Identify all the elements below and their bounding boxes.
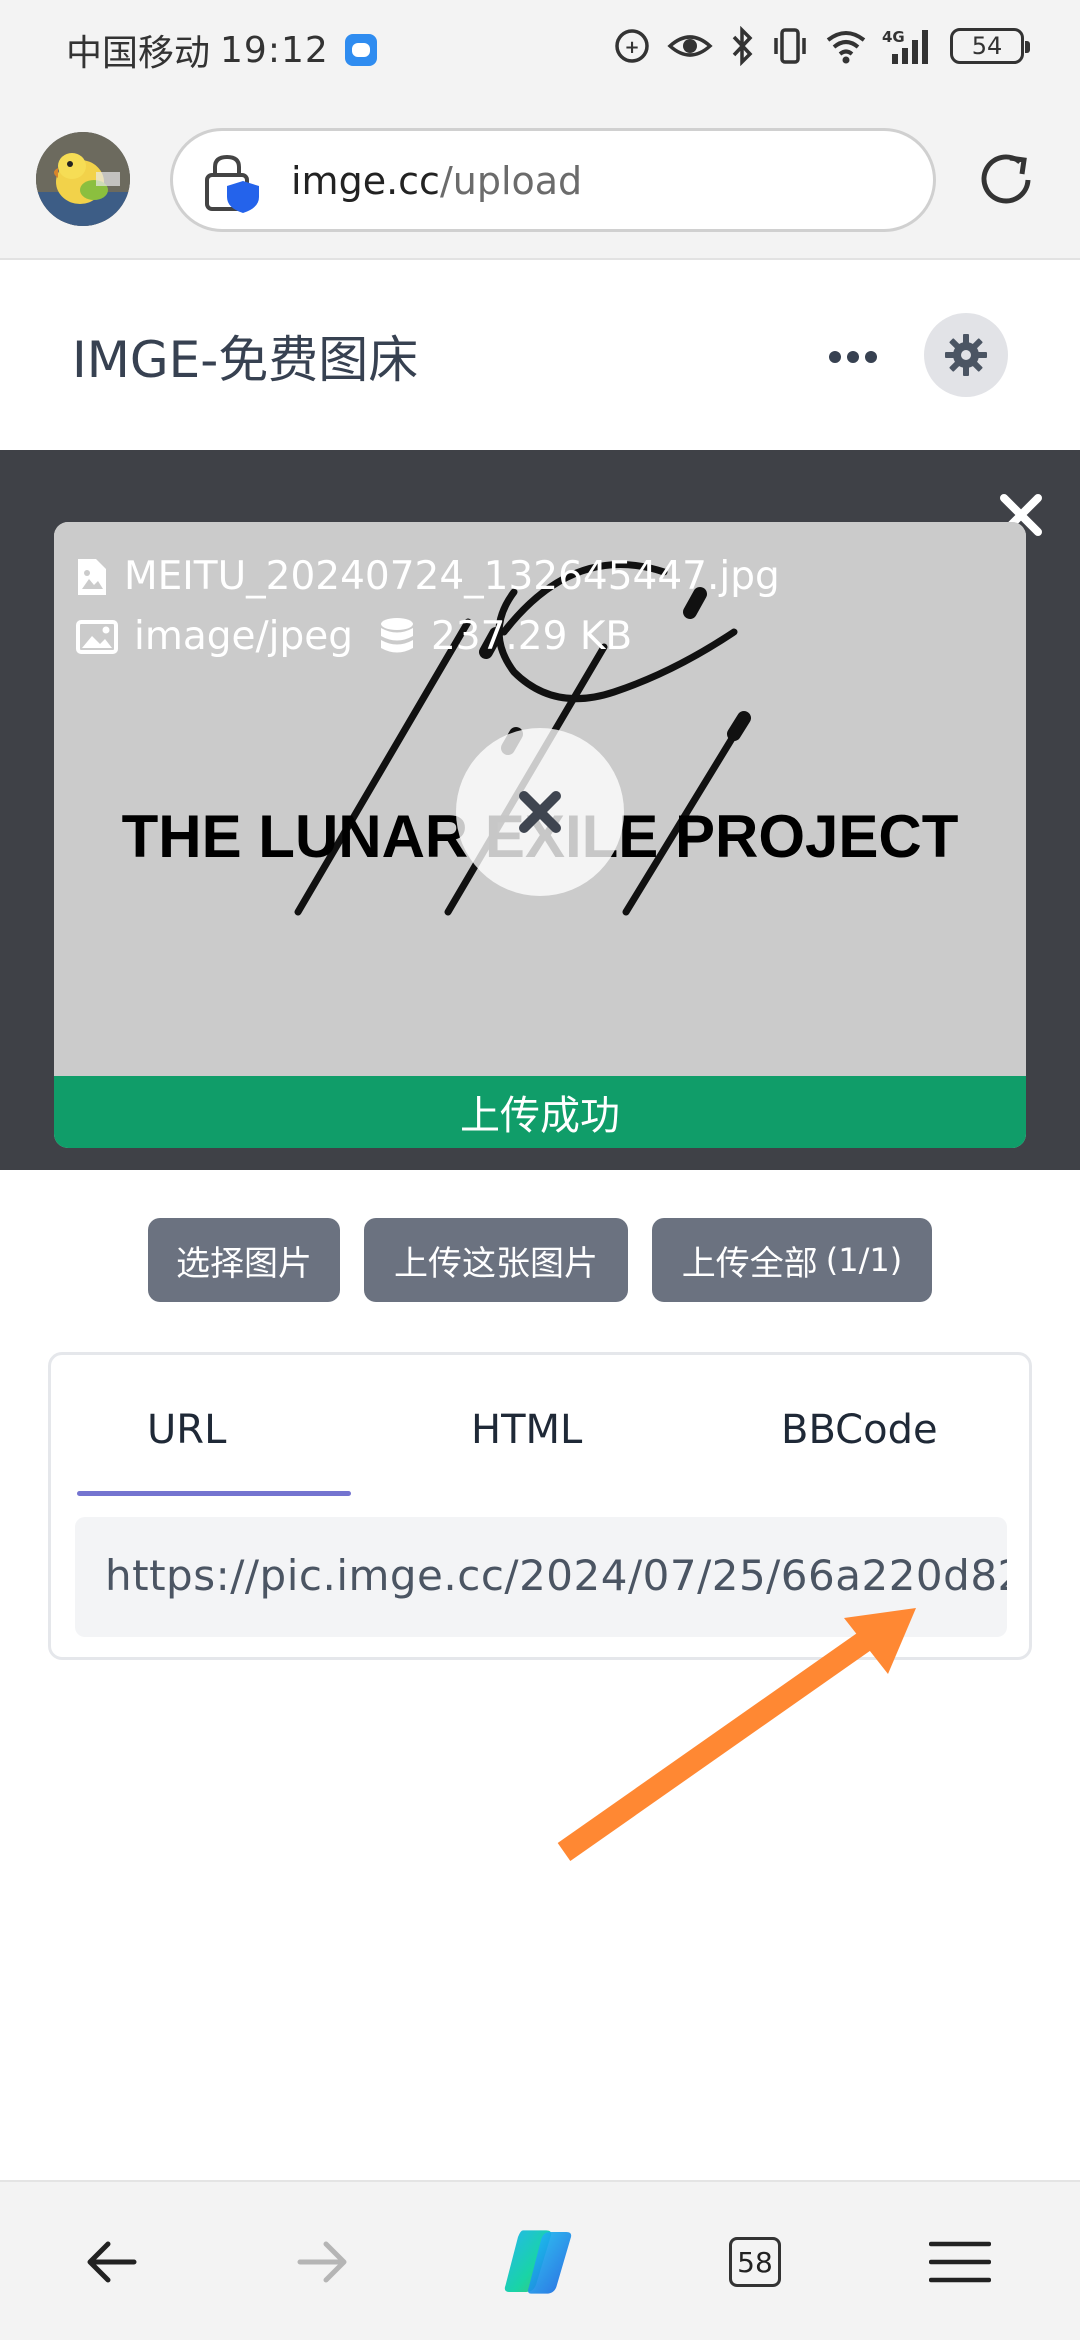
secure-lock-icon: [205, 154, 259, 213]
url-domain: imge.cc: [291, 159, 440, 203]
browser-bottom-nav: 58: [0, 2180, 1080, 2340]
upload-actions: 选择图片 上传这张图片 上传全部 (1/1): [0, 1218, 1080, 1302]
bluetooth-icon: [732, 26, 753, 66]
file-name-row: MEITU_20240724_132645447.jpg: [76, 554, 780, 599]
upload-this-button[interactable]: 上传这张图片: [364, 1218, 628, 1302]
signal-4g-icon: 4G: [882, 28, 928, 64]
site-header: IMGE-免费图床: [0, 262, 1080, 450]
more-dots-icon: [829, 351, 841, 363]
battery-icon: 54: [950, 28, 1030, 64]
mime-type: image/jpeg: [134, 614, 353, 659]
status-bar: 中国移动 19:12 + 4G 54: [0, 0, 1080, 100]
data-saver-icon: +: [615, 29, 649, 63]
arrow-left-icon: [87, 2241, 137, 2283]
tab-bbcode[interactable]: BBCode: [781, 1407, 938, 1453]
battery-level: 54: [971, 32, 1003, 60]
wifi-icon: [826, 31, 866, 64]
upload-all-label: 上传全部: [681, 1243, 818, 1284]
vibrate-icon: [774, 28, 806, 64]
result-panel: URL HTML BBCode https://pic.imge.cc/2024…: [48, 1352, 1032, 1660]
tab-html[interactable]: HTML: [471, 1407, 582, 1453]
eye-comfort-icon: [667, 35, 713, 57]
network-type-label: 4G: [882, 28, 905, 46]
more-dots-icon: [847, 351, 859, 363]
menu-button[interactable]: [920, 2222, 1000, 2302]
tab-count: 58: [729, 2237, 781, 2287]
address-bar[interactable]: imge.cc/upload: [170, 128, 936, 232]
back-button[interactable]: [70, 2222, 150, 2302]
copilot-icon: [504, 2230, 572, 2294]
arrow-right-icon: [297, 2241, 347, 2283]
choose-image-button[interactable]: 选择图片: [148, 1218, 340, 1302]
status-left: 中国移动 19:12: [66, 24, 377, 76]
upload-all-count: (1/1): [825, 1241, 903, 1279]
parrot-avatar-image: [36, 132, 130, 226]
file-size: 237.29 KB: [430, 614, 633, 659]
url-text: imge.cc/upload: [291, 159, 582, 203]
gear-icon: [945, 334, 987, 376]
browser-toolbar: imge.cc/upload: [0, 100, 1080, 260]
tab-url[interactable]: URL: [147, 1407, 226, 1453]
more-dots-icon: [865, 351, 877, 363]
reload-icon[interactable]: [976, 148, 1040, 212]
upload-all-button[interactable]: 上传全部 (1/1): [652, 1218, 932, 1302]
file-image-icon: [78, 558, 106, 595]
clock: 19:12: [220, 29, 329, 71]
upload-preview-area: THE LUNAR EXILE PROJECT MEITU_20240724_1…: [0, 450, 1080, 1170]
forward-button[interactable]: [284, 2222, 364, 2302]
database-icon: [380, 617, 413, 652]
active-tab-indicator: [77, 1491, 351, 1496]
svg-text:+: +: [624, 37, 639, 58]
carrier-label: 中国移动: [66, 33, 211, 74]
file-info-row: image/jpeg 237.29 KB: [76, 614, 632, 659]
upload-preview-card: THE LUNAR EXILE PROJECT MEITU_20240724_1…: [54, 522, 1026, 1148]
remove-file-button[interactable]: [456, 728, 624, 896]
settings-button[interactable]: [924, 313, 1008, 397]
site-title[interactable]: IMGE-免费图床: [72, 320, 418, 392]
image-icon: [76, 619, 118, 654]
upload-status-bar: 上传成功: [54, 1076, 1026, 1148]
close-icon: [519, 791, 561, 833]
file-name: MEITU_20240724_132645447.jpg: [124, 554, 780, 599]
more-options-button[interactable]: [820, 332, 886, 382]
tabs-button[interactable]: 58: [715, 2222, 795, 2302]
status-icons: + 4G 54: [612, 26, 1030, 66]
message-notification-icon: [344, 34, 377, 66]
hamburger-menu-icon: [929, 2241, 991, 2283]
image-url-field[interactable]: https://pic.imge.cc/2024/07/25/66a220d82: [75, 1517, 1007, 1637]
url-path: /upload: [439, 159, 583, 203]
profile-avatar[interactable]: [36, 132, 130, 226]
image-url-value: https://pic.imge.cc/2024/07/25/66a220d82: [105, 1551, 1007, 1600]
copilot-button[interactable]: [498, 2222, 578, 2302]
